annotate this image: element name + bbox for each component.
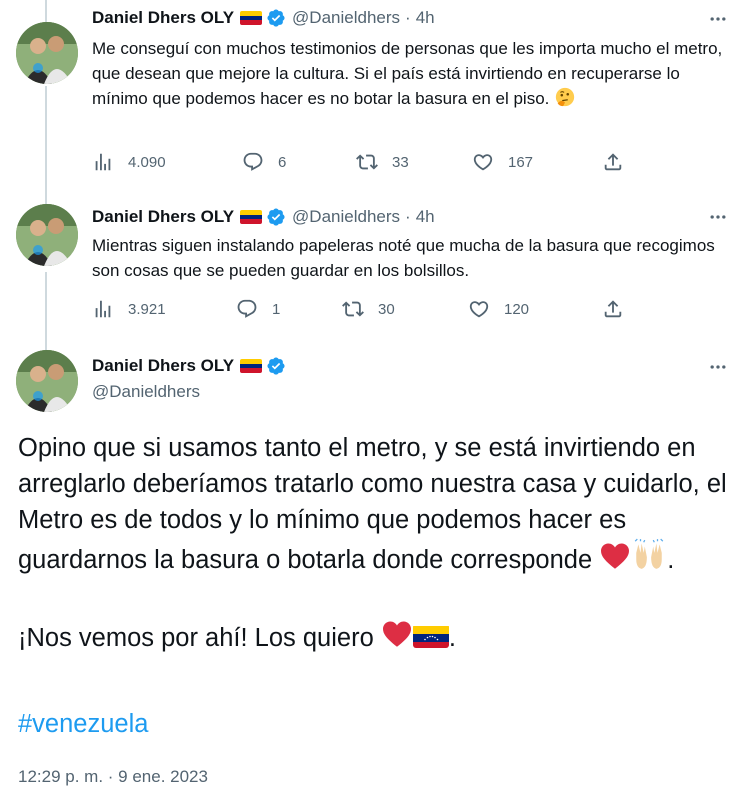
retweet-count: 33 bbox=[392, 153, 409, 171]
author-handle[interactable]: @Danieldhers bbox=[292, 207, 400, 227]
tweet-header: Daniel Dhers OLY @Danieldhers · 4h bbox=[92, 207, 435, 227]
share-icon bbox=[604, 300, 622, 318]
like-count: 120 bbox=[504, 300, 530, 318]
tweet-timestamp[interactable]: 12:29 p. m. · 9 ene. 2023 bbox=[18, 767, 208, 787]
reply-count: 1 bbox=[272, 300, 281, 318]
author-handle[interactable]: @Danieldhers bbox=[92, 382, 200, 402]
views-icon bbox=[95, 300, 111, 318]
author-name-row: Daniel Dhers OLY bbox=[92, 356, 286, 376]
share-icon bbox=[604, 153, 622, 171]
reply-count: 6 bbox=[278, 153, 287, 171]
raising-hands-icon bbox=[631, 538, 667, 582]
main-tweet-paragraph: ¡Nos vemos por ahí! Los quiero . bbox=[18, 618, 730, 660]
share-button[interactable] bbox=[602, 151, 624, 173]
paragraph-end: . bbox=[448, 624, 456, 652]
author-name[interactable]: Daniel Dhers OLY bbox=[92, 207, 234, 227]
more-options-icon[interactable] bbox=[705, 6, 731, 32]
verified-badge-icon bbox=[267, 357, 285, 375]
retweet-button[interactable]: 33 bbox=[356, 151, 409, 173]
tweet-time[interactable]: 4h bbox=[416, 8, 435, 28]
separator-dot: · bbox=[405, 8, 411, 27]
like-button[interactable]: 120 bbox=[468, 298, 529, 320]
paragraph-end: . bbox=[667, 546, 675, 574]
author-name[interactable]: Daniel Dhers OLY bbox=[92, 8, 234, 28]
heart-icon bbox=[473, 154, 493, 171]
reply-icon bbox=[243, 152, 263, 171]
thinking-face-icon bbox=[554, 86, 576, 115]
red-heart-icon bbox=[599, 540, 631, 582]
tweet-body: Me conseguí con muchos testimonios de pe… bbox=[92, 39, 723, 108]
tweet-actions: 3.921 1 30 120 bbox=[92, 298, 632, 324]
retweet-button[interactable]: 30 bbox=[342, 298, 395, 320]
tweet[interactable]: Daniel Dhers OLY @Danieldhers · 4h Mient… bbox=[0, 200, 745, 350]
retweet-count: 30 bbox=[378, 300, 395, 318]
venezuela-flag-icon bbox=[240, 11, 263, 25]
tweet-text: Me conseguí con muchos testimonios de pe… bbox=[92, 36, 732, 115]
avatar[interactable] bbox=[16, 22, 78, 84]
views-stat[interactable]: 3.921 bbox=[92, 298, 166, 320]
views-stat[interactable]: 4.090 bbox=[92, 151, 166, 173]
reply-icon bbox=[237, 299, 257, 318]
hashtag-link[interactable]: #venezuela bbox=[18, 710, 148, 739]
views-icon bbox=[95, 153, 111, 171]
tweet[interactable]: Daniel Dhers OLY @Danieldhers · 4h Me co… bbox=[0, 0, 745, 200]
views-count: 4.090 bbox=[128, 153, 166, 171]
main-tweet-text: Opino que si usamos tanto el metro, y se… bbox=[18, 430, 730, 660]
avatar[interactable] bbox=[16, 350, 78, 412]
author-name[interactable]: Daniel Dhers OLY bbox=[92, 356, 234, 376]
retweet-icon bbox=[356, 154, 378, 170]
verified-badge-icon bbox=[267, 208, 285, 226]
like-button[interactable]: 167 bbox=[472, 151, 533, 173]
tweet-header: Daniel Dhers OLY @Danieldhers · 4h bbox=[92, 8, 435, 28]
more-options-icon[interactable] bbox=[705, 354, 731, 380]
reply-button[interactable]: 1 bbox=[236, 298, 280, 320]
verified-badge-icon bbox=[267, 9, 285, 27]
venezuela-flag-icon bbox=[240, 359, 263, 373]
tweet-actions: 4.090 6 33 167 bbox=[92, 151, 632, 177]
separator-dot: · bbox=[405, 207, 411, 226]
reply-button[interactable]: 6 bbox=[242, 151, 286, 173]
like-count: 167 bbox=[508, 153, 534, 171]
heart-icon bbox=[469, 301, 489, 318]
more-options-icon[interactable] bbox=[705, 204, 731, 230]
author-handle[interactable]: @Danieldhers bbox=[292, 8, 400, 28]
share-button[interactable] bbox=[602, 298, 624, 320]
tweet-time[interactable]: 4h bbox=[416, 207, 435, 227]
views-count: 3.921 bbox=[128, 300, 166, 318]
main-tweet-paragraph: Opino que si usamos tanto el metro, y se… bbox=[18, 430, 730, 582]
venezuela-flag-icon bbox=[412, 624, 449, 648]
paragraph-text: ¡Nos vemos por ahí! Los quiero bbox=[18, 624, 374, 652]
tweet-text: Mientras siguen instalando papeleras not… bbox=[92, 236, 715, 280]
avatar[interactable] bbox=[16, 204, 78, 266]
red-heart-icon bbox=[381, 618, 413, 660]
retweet-icon bbox=[342, 301, 364, 317]
venezuela-flag-icon bbox=[240, 210, 263, 224]
